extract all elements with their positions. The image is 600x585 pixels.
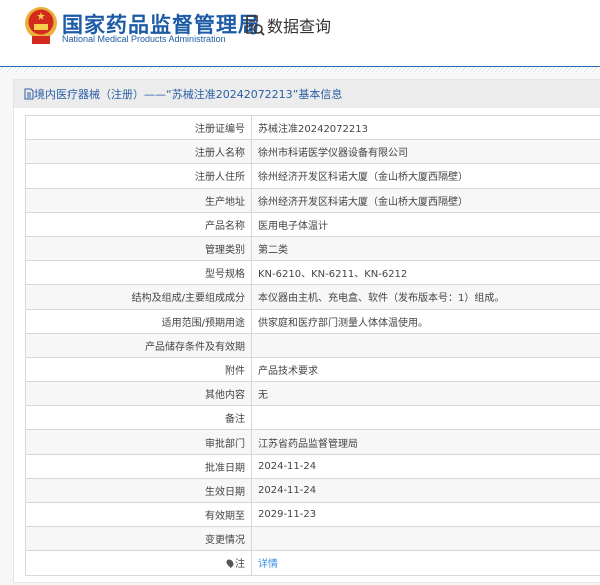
agency-name-en: National Medical Products Administration <box>62 34 226 44</box>
document-search-icon <box>246 15 265 36</box>
table-row: 生产地址 徐州经济开发区科诺大厦（金山桥大厦西隔壁） <box>25 187 600 213</box>
data-query-link[interactable]: 数据查询 <box>245 13 331 37</box>
field-label: 有效期至 <box>25 501 252 528</box>
field-value: 苏械注准20242072213 <box>251 114 600 141</box>
field-value: 产品技术要求 <box>251 356 600 383</box>
field-label: 注册人名称 <box>25 139 252 165</box>
field-label: 附件 <box>25 356 252 383</box>
table-row: 结构及组成/主要组成成分 本仪器由主机、充电盒、软件（发布版本号：1）组成。 <box>25 284 600 310</box>
panel-title: 境内医疗器械（注册）——“苏械注准20242072213”基本信息 <box>34 88 343 101</box>
detail-table: 注册证编号 苏械注准20242072213 注册人名称 徐州市科诺医学仪器设备有限公司… <box>25 114 600 576</box>
note-label-text: 注 <box>235 559 245 571</box>
field-value <box>251 405 600 431</box>
field-label: 注册证编号 <box>25 114 252 141</box>
field-label: 产品名称 <box>25 211 252 237</box>
note-label: 注 <box>25 550 252 576</box>
table-row: 变更情况 <box>25 526 600 552</box>
field-value: 徐州经济开发区科诺大厦（金山桥大厦西隔壁） <box>251 163 600 189</box>
table-row: 适用范围/预期用途 供家庭和医疗部门测量人体体温使用。 <box>25 308 600 334</box>
field-value: 2024-11-24 <box>251 453 600 479</box>
table-row: 生效日期 2024-11-24 <box>25 477 600 504</box>
field-label: 结构及组成/主要组成成分 <box>25 284 252 310</box>
detail-panel: 境内医疗器械（注册）——“苏械注准20242072213”基本信息 注册证编号苏… <box>13 79 600 583</box>
field-value: KN-6210、KN-6211、KN-6212 <box>251 260 600 286</box>
data-query-label: 数据查询 <box>267 17 332 36</box>
national-emblem-logo <box>25 7 57 44</box>
field-value: 2029-11-23 <box>251 501 600 528</box>
table-row: 注册人名称 徐州市科诺医学仪器设备有限公司 <box>25 139 600 165</box>
field-label: 变更情况 <box>25 526 252 552</box>
table-row: 管理类别 第二类 <box>25 235 600 262</box>
note-row: 注 详情 <box>25 550 600 576</box>
field-label: 其他内容 <box>25 381 252 407</box>
table-row: 有效期至 2029-11-23 <box>25 501 600 528</box>
table-row: 注册证编号 苏械注准20242072213 <box>25 114 600 141</box>
field-value: 2024-11-24 <box>251 477 600 504</box>
site-header: 国家药品监督管理局 National Medical Products Admi… <box>0 0 600 66</box>
field-label: 注册人住所 <box>25 163 252 189</box>
note-value: 详情 <box>251 550 600 576</box>
table-row: 审批部门 江苏省药品监督管理局 <box>25 429 600 455</box>
field-value: 医用电子体温计 <box>251 211 600 237</box>
table-row: 型号规格 KN-6210、KN-6211、KN-6212 <box>25 260 600 286</box>
document-icon <box>24 88 34 100</box>
field-value: 徐州市科诺医学仪器设备有限公司 <box>251 139 600 165</box>
field-value: 供家庭和医疗部门测量人体体温使用。 <box>251 308 600 334</box>
details-link[interactable]: 详情 <box>258 559 278 570</box>
field-label: 生效日期 <box>25 477 252 504</box>
panel-header: 境内医疗器械（注册）——“苏械注准20242072213”基本信息 <box>14 80 600 108</box>
field-value: 徐州经济开发区科诺大厦（金山桥大厦西隔壁） <box>251 187 600 213</box>
field-value: 第二类 <box>251 235 600 262</box>
field-label: 产品储存条件及有效期 <box>25 332 252 358</box>
field-label: 型号规格 <box>25 260 252 286</box>
table-row: 批准日期 2024-11-24 <box>25 453 600 479</box>
table-row: 备注 <box>25 405 600 431</box>
pin-icon <box>225 558 235 569</box>
field-value <box>251 332 600 358</box>
table-row: 产品储存条件及有效期 <box>25 332 600 358</box>
field-label: 管理类别 <box>25 235 252 262</box>
table-row: 附件 产品技术要求 <box>25 356 600 383</box>
field-value: 江苏省药品监督管理局 <box>251 429 600 455</box>
table-row: 注册人住所 徐州经济开发区科诺大厦（金山桥大厦西隔壁） <box>25 163 600 189</box>
table-row: 产品名称 医用电子体温计 <box>25 211 600 237</box>
table-row: 其他内容无 <box>25 381 600 407</box>
field-value: 无 <box>251 381 600 407</box>
field-label: 备注 <box>25 405 252 431</box>
field-label: 生产地址 <box>25 187 252 213</box>
field-label: 批准日期 <box>25 453 252 479</box>
field-value: 本仪器由主机、充电盒、软件（发布版本号：1）组成。 <box>251 284 600 310</box>
field-value <box>251 526 600 552</box>
field-label: 适用范围/预期用途 <box>25 308 252 334</box>
field-label: 审批部门 <box>25 429 252 455</box>
